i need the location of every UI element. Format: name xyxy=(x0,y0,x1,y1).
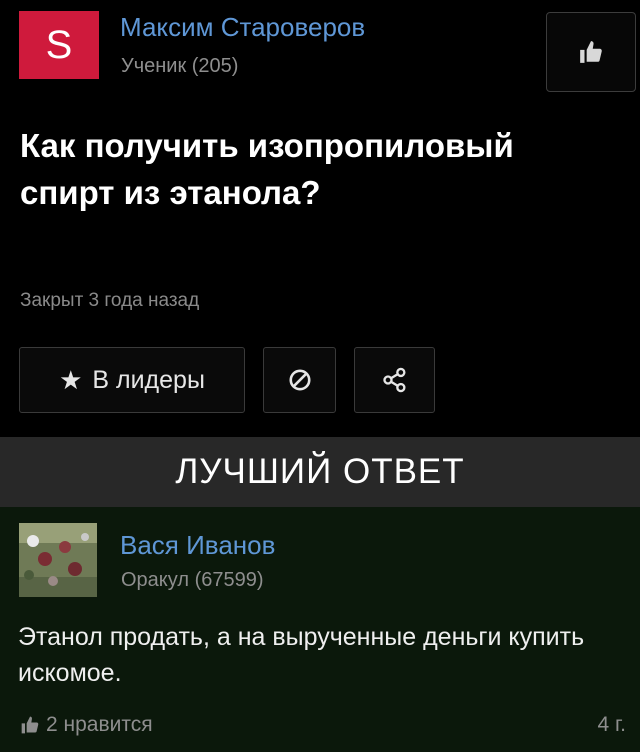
question-author-name[interactable]: Максим Староверов xyxy=(120,12,365,43)
answer-author-rank: Оракул (67599) xyxy=(121,569,264,591)
avatar-photo-image xyxy=(19,523,97,597)
block-button[interactable] xyxy=(263,347,336,413)
answer-time: 4 г. xyxy=(597,713,626,736)
best-answer-card: Вася Иванов Оракул (67599) Этанол продат… xyxy=(0,507,640,752)
question-author-rank: Ученик (205) xyxy=(121,55,239,77)
question-card: S Максим Староверов Ученик (205) Как пол… xyxy=(0,0,640,437)
answer-likes[interactable]: 2 нравится xyxy=(20,713,153,737)
answer-text: Этанол продать, а на вырученные деньги к… xyxy=(18,623,585,687)
author-avatar[interactable]: S xyxy=(19,11,99,79)
answer-author-name[interactable]: Вася Иванов xyxy=(120,530,275,561)
answer-likes-label: 2 нравится xyxy=(46,713,153,736)
question-title: Как получить изопропиловый спирт из этан… xyxy=(20,127,514,211)
answer-author-avatar[interactable] xyxy=(19,523,97,597)
thumbs-up-icon xyxy=(21,716,39,734)
add-to-leaders-button[interactable]: ★ В лидеры xyxy=(19,347,245,413)
best-answer-header: ЛУЧШИЙ ОТВЕТ xyxy=(0,437,640,507)
share-icon xyxy=(382,367,405,393)
like-button[interactable] xyxy=(546,12,636,92)
question-status: Закрыт 3 года назад xyxy=(20,290,200,311)
star-icon: ★ xyxy=(59,364,83,395)
thumbs-up-icon xyxy=(580,41,602,63)
share-button[interactable] xyxy=(354,347,435,413)
add-to-leaders-label: В лидеры xyxy=(92,365,205,394)
avatar-letter: S xyxy=(45,23,73,67)
block-icon xyxy=(288,369,311,391)
